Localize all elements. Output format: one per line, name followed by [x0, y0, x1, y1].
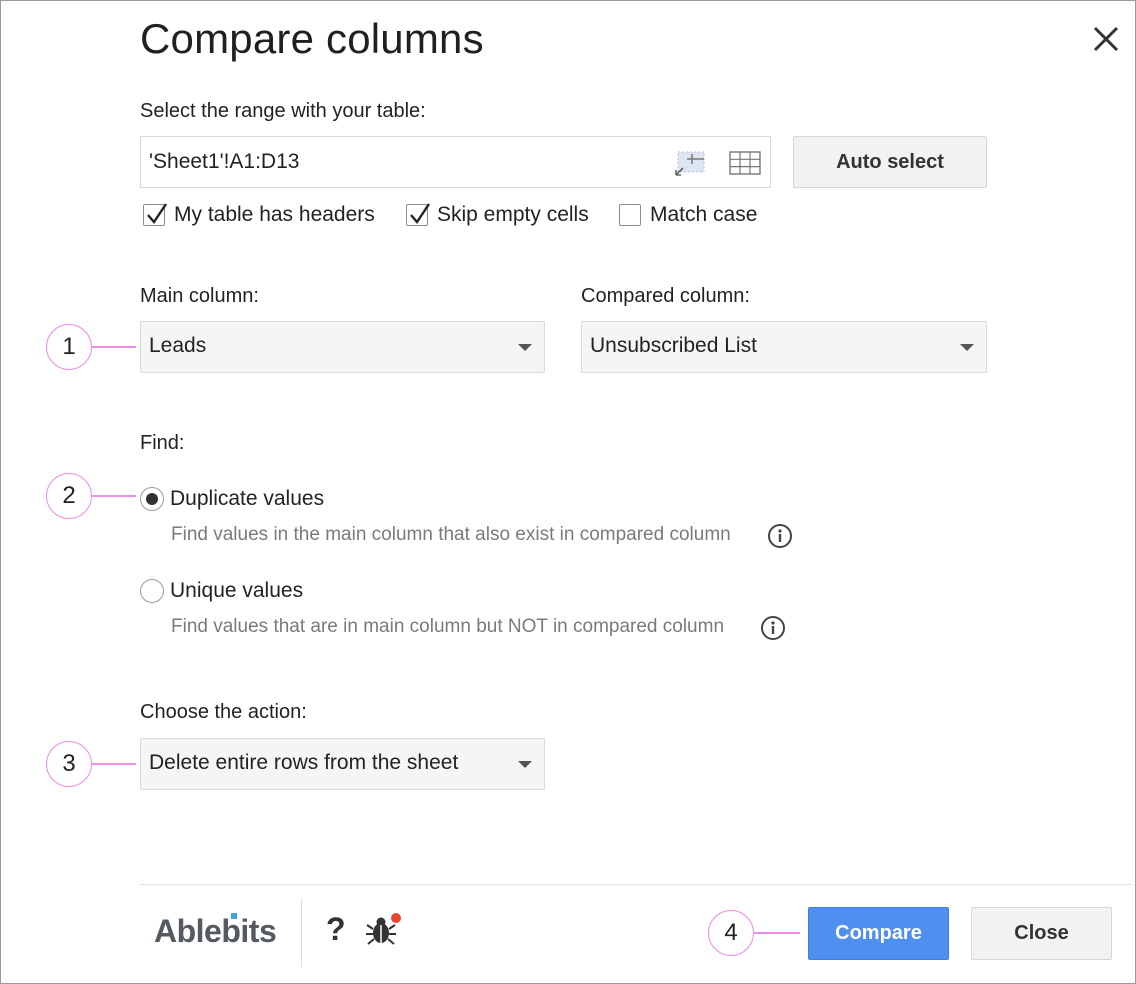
headers-checkbox-box[interactable]: [143, 203, 167, 226]
radio-selected-dot: [146, 493, 158, 505]
auto-select-button[interactable]: Auto select: [793, 136, 987, 188]
step-marker-2: 2: [46, 473, 92, 519]
step-marker-line: [92, 495, 136, 497]
step-marker-line: [92, 763, 136, 765]
main-column-label: Main column:: [140, 285, 259, 307]
main-column-select[interactable]: Leads: [140, 321, 545, 373]
find-label: Find:: [140, 432, 185, 454]
close-button[interactable]: Close: [971, 907, 1112, 960]
match-case-checkbox-label: Match case: [650, 203, 758, 226]
info-icon[interactable]: [767, 523, 793, 549]
match-case-checkbox-box[interactable]: [619, 204, 641, 226]
step-marker-1: 1: [46, 324, 92, 370]
unique-values-description: Find values that are in main column but …: [171, 616, 725, 637]
duplicate-values-radio[interactable]: [140, 487, 164, 511]
unique-values-radio[interactable]: [140, 579, 164, 603]
bug-report-icon[interactable]: [365, 913, 401, 949]
compared-column-value: Unsubscribed List: [590, 334, 757, 357]
dropdown-caret-icon: [518, 344, 532, 351]
step-marker-line: [92, 346, 136, 348]
unique-values-label[interactable]: Unique values: [170, 579, 303, 603]
footer-separator: [301, 899, 302, 967]
skip-empty-checkbox[interactable]: Skip empty cells: [406, 201, 589, 229]
range-label: Select the range with your table:: [140, 100, 426, 122]
compare-button[interactable]: Compare: [808, 907, 949, 960]
dropdown-caret-icon: [960, 344, 974, 351]
checkmark-icon: [410, 203, 430, 224]
headers-checkbox[interactable]: My table has headers: [143, 201, 375, 229]
ablebits-logo: Ablebits: [154, 913, 277, 949]
skip-empty-checkbox-label: Skip empty cells: [437, 203, 589, 226]
notification-dot: [391, 913, 401, 923]
dialog-title: Compare columns: [140, 15, 484, 62]
logo-accent-dot: [231, 913, 237, 919]
info-icon[interactable]: [760, 615, 786, 641]
skip-empty-checkbox-box[interactable]: [406, 203, 430, 226]
match-case-checkbox[interactable]: Match case: [619, 201, 757, 229]
close-icon[interactable]: [1086, 19, 1126, 59]
checkmark-icon: [147, 203, 167, 224]
action-label: Choose the action:: [140, 701, 307, 723]
main-column-value: Leads: [149, 334, 207, 357]
range-input[interactable]: [149, 137, 659, 187]
compared-column-select[interactable]: Unsubscribed List: [581, 321, 987, 373]
step-marker-4: 4: [708, 910, 754, 956]
step-marker-3: 3: [46, 741, 92, 787]
help-icon[interactable]: ?: [326, 911, 346, 948]
step-marker-line: [754, 932, 800, 934]
duplicate-values-label[interactable]: Duplicate values: [170, 487, 324, 511]
range-field[interactable]: [140, 136, 771, 188]
headers-checkbox-label: My table has headers: [174, 203, 375, 226]
dropdown-caret-icon: [518, 761, 532, 768]
compare-columns-dialog: Compare columns Select the range with yo…: [0, 0, 1136, 984]
compared-column-label: Compared column:: [581, 285, 750, 307]
action-select[interactable]: Delete entire rows from the sheet: [140, 738, 545, 790]
duplicate-values-description: Find values in the main column that also…: [171, 524, 731, 545]
footer-divider: [140, 884, 1131, 885]
table-grid-icon[interactable]: [728, 149, 762, 177]
range-select-icon[interactable]: [674, 149, 708, 177]
action-value: Delete entire rows from the sheet: [149, 751, 459, 774]
